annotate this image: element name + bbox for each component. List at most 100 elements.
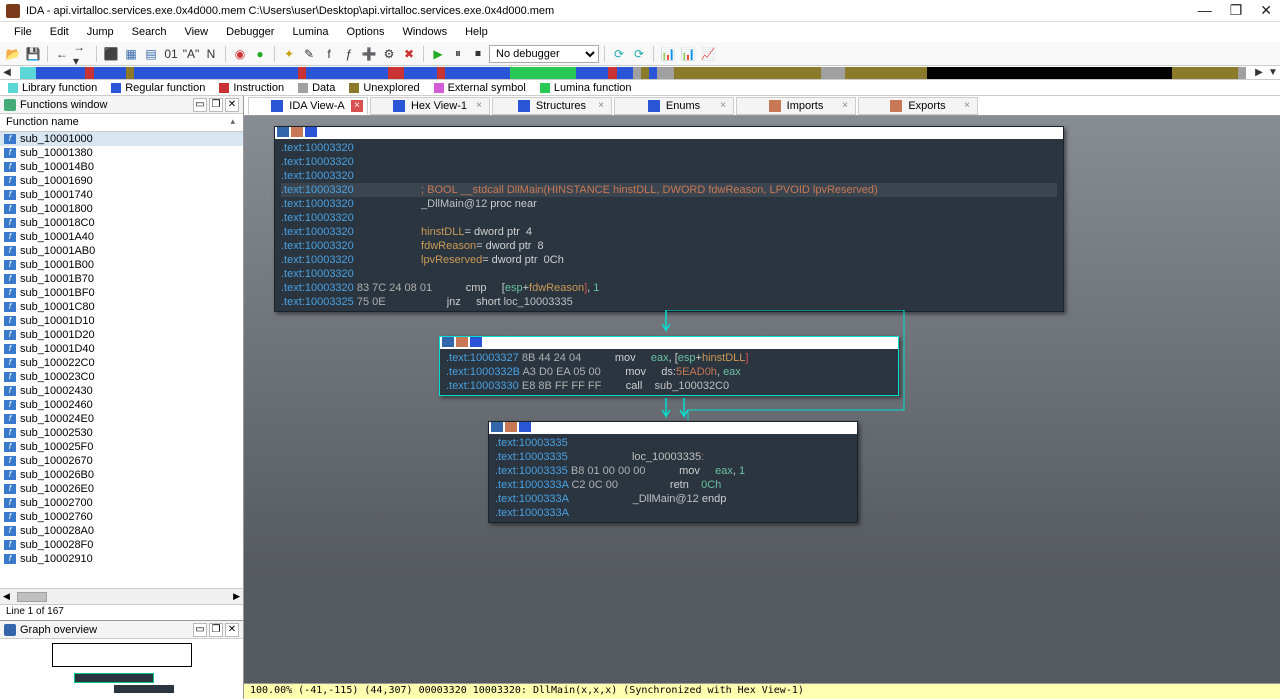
refresh-icon[interactable]: ⟳ bbox=[610, 45, 628, 63]
nav-segment[interactable] bbox=[608, 67, 616, 79]
pause-icon[interactable]: ⏸ bbox=[449, 45, 467, 63]
chart2-icon[interactable]: 📊 bbox=[679, 45, 697, 63]
function-item[interactable]: fsub_100023C0 bbox=[0, 370, 243, 384]
menu-help[interactable]: Help bbox=[457, 24, 496, 40]
function-item[interactable]: fsub_10001D20 bbox=[0, 328, 243, 342]
tab-ida-view-a[interactable]: IDA View-A× bbox=[248, 97, 368, 115]
nav-segment[interactable] bbox=[845, 67, 927, 79]
nav-segment[interactable] bbox=[134, 67, 297, 79]
stop-icon[interactable]: ◉ bbox=[231, 45, 249, 63]
graph-view[interactable]: .text:10003320.text:10003320.text:100033… bbox=[244, 116, 1280, 683]
function-item[interactable]: fsub_10001AB0 bbox=[0, 244, 243, 258]
open-icon[interactable]: 📂 bbox=[4, 45, 22, 63]
refresh2-icon[interactable]: ⟳ bbox=[630, 45, 648, 63]
function-item[interactable]: fsub_10001740 bbox=[0, 188, 243, 202]
nav-segment[interactable] bbox=[388, 67, 404, 79]
navigation-bar[interactable]: ◀ ▶ ▼ bbox=[0, 66, 1280, 80]
list-icon[interactable]: ▤ bbox=[142, 45, 160, 63]
function-item[interactable]: fsub_100018C0 bbox=[0, 216, 243, 230]
tab-close-icon[interactable]: × bbox=[595, 100, 607, 112]
functions-hscroll[interactable]: ◀ ▶ bbox=[0, 588, 243, 604]
function-item[interactable]: fsub_100025F0 bbox=[0, 440, 243, 454]
cross-icon[interactable]: ✖ bbox=[400, 45, 418, 63]
nav-segment[interactable] bbox=[641, 67, 649, 79]
menu-view[interactable]: View bbox=[176, 24, 216, 40]
plus-icon[interactable]: ➕ bbox=[360, 45, 378, 63]
nav-down-icon[interactable]: ▼ bbox=[1266, 67, 1280, 78]
function-item[interactable]: fsub_100026E0 bbox=[0, 482, 243, 496]
menu-windows[interactable]: Windows bbox=[394, 24, 455, 40]
nav-segment[interactable] bbox=[649, 67, 657, 79]
function-item[interactable]: fsub_10001000 bbox=[0, 132, 243, 146]
text-icon[interactable]: "A" bbox=[182, 45, 200, 63]
nav-left-icon[interactable]: ◀ bbox=[0, 67, 14, 78]
binary-icon[interactable]: 01 bbox=[162, 45, 180, 63]
nav-segment[interactable] bbox=[617, 67, 633, 79]
debugger-select[interactable]: No debugger bbox=[489, 45, 599, 63]
function-item[interactable]: fsub_10001D10 bbox=[0, 314, 243, 328]
function-item[interactable]: fsub_100026B0 bbox=[0, 468, 243, 482]
function-item[interactable]: fsub_10001BF0 bbox=[0, 286, 243, 300]
panel-dock-button[interactable]: ▭ bbox=[193, 98, 207, 112]
function-item[interactable]: fsub_10002670 bbox=[0, 454, 243, 468]
function-item[interactable]: fsub_10002430 bbox=[0, 384, 243, 398]
function-item[interactable]: fsub_100024E0 bbox=[0, 412, 243, 426]
graph-overview-body[interactable] bbox=[0, 639, 243, 699]
menu-lumina[interactable]: Lumina bbox=[284, 24, 336, 40]
menu-options[interactable]: Options bbox=[339, 24, 393, 40]
nav-segment[interactable] bbox=[126, 67, 134, 79]
functions-column-header[interactable]: Function name ▴ bbox=[0, 114, 243, 132]
function-item[interactable]: fsub_10001800 bbox=[0, 202, 243, 216]
function-item[interactable]: fsub_100028F0 bbox=[0, 538, 243, 552]
graph-dock-button[interactable]: ▭ bbox=[193, 623, 207, 637]
scroll-left-icon[interactable]: ◀ bbox=[0, 591, 13, 602]
nav-segment[interactable] bbox=[576, 67, 609, 79]
nav-segment[interactable] bbox=[657, 67, 673, 79]
functions-list[interactable]: fsub_10001000fsub_10001380fsub_100014B0f… bbox=[0, 132, 243, 588]
highlight-icon[interactable]: ⬛ bbox=[102, 45, 120, 63]
function-item[interactable]: fsub_100028A0 bbox=[0, 524, 243, 538]
script-icon[interactable]: ✎ bbox=[300, 45, 318, 63]
chart-icon[interactable]: 📊 bbox=[659, 45, 677, 63]
menu-jump[interactable]: Jump bbox=[79, 24, 122, 40]
nav-segment[interactable] bbox=[85, 67, 93, 79]
function-item[interactable]: fsub_10001C80 bbox=[0, 300, 243, 314]
nav-segment[interactable] bbox=[306, 67, 388, 79]
nav-segment[interactable] bbox=[298, 67, 306, 79]
function-item[interactable]: fsub_10001690 bbox=[0, 174, 243, 188]
compile-icon[interactable]: ✦ bbox=[280, 45, 298, 63]
scroll-right-icon[interactable]: ▶ bbox=[230, 591, 243, 602]
panel-close-button[interactable]: ✕ bbox=[225, 98, 239, 112]
function-item[interactable]: fsub_10001B70 bbox=[0, 272, 243, 286]
nav-segment[interactable] bbox=[404, 67, 437, 79]
forward-icon[interactable]: → ▾ bbox=[73, 45, 91, 63]
nav-segments[interactable] bbox=[20, 67, 1246, 79]
function-item[interactable]: fsub_100022C0 bbox=[0, 356, 243, 370]
nav-segment[interactable] bbox=[821, 67, 846, 79]
graph-node-3[interactable]: .text:10003335.text:10003335 loc_1000333… bbox=[488, 421, 858, 523]
func2-icon[interactable]: ƒ bbox=[340, 45, 358, 63]
scroll-thumb[interactable] bbox=[17, 592, 47, 602]
menu-search[interactable]: Search bbox=[124, 24, 175, 40]
graph-close-button[interactable]: ✕ bbox=[225, 623, 239, 637]
names-icon[interactable]: N bbox=[202, 45, 220, 63]
nav-segment[interactable] bbox=[36, 67, 85, 79]
nav-segment[interactable] bbox=[94, 67, 127, 79]
function-item[interactable]: fsub_10002530 bbox=[0, 426, 243, 440]
menu-file[interactable]: File bbox=[6, 24, 40, 40]
run-icon[interactable]: ▶ bbox=[429, 45, 447, 63]
func-icon[interactable]: f bbox=[320, 45, 338, 63]
minimize-button[interactable]: — bbox=[1198, 2, 1212, 19]
nav-segment[interactable] bbox=[1172, 67, 1237, 79]
menu-edit[interactable]: Edit bbox=[42, 24, 77, 40]
gear-icon[interactable]: ⚙ bbox=[380, 45, 398, 63]
struct-icon[interactable]: ▦ bbox=[122, 45, 140, 63]
graph-node-1[interactable]: .text:10003320.text:10003320.text:100033… bbox=[274, 126, 1064, 312]
nav-segment[interactable] bbox=[1238, 67, 1246, 79]
maximize-button[interactable]: ❐ bbox=[1230, 2, 1243, 19]
go-icon[interactable]: ● bbox=[251, 45, 269, 63]
nav-segment[interactable] bbox=[510, 67, 575, 79]
chart3-icon[interactable]: 📈 bbox=[699, 45, 717, 63]
graph-float-button[interactable]: ❐ bbox=[209, 623, 223, 637]
tab-close-icon[interactable]: × bbox=[717, 100, 729, 112]
